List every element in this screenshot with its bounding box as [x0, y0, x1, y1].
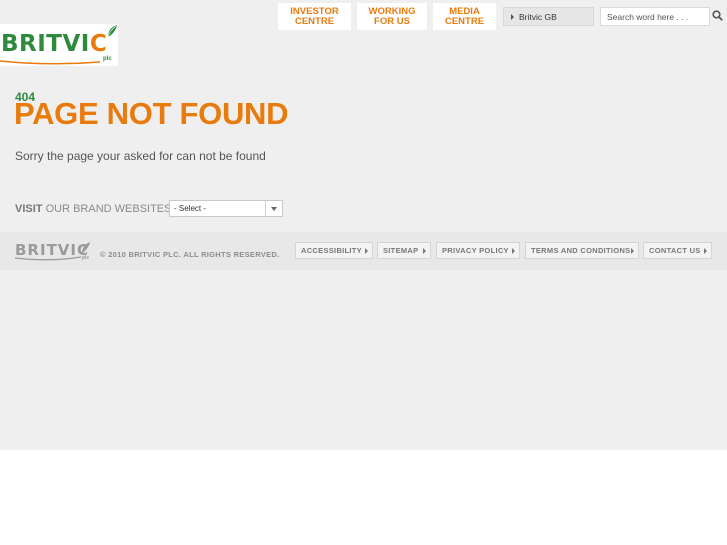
nav-working-line2: FOR US [374, 16, 410, 27]
copyright-text: © 2010 BRITVIC PLC. ALL RIGHTS RESERVED. [100, 250, 280, 259]
logo-plc: plc [103, 56, 112, 62]
nav-media-centre[interactable]: MEDIA CENTRE [433, 3, 496, 30]
search-input[interactable] [601, 8, 709, 25]
footer-link-terms[interactable]: TERMS AND CONDITIONS [525, 242, 639, 259]
footer-link-contact-us[interactable]: CONTACT US [643, 242, 712, 259]
select-divider [265, 201, 266, 216]
arrow-right-icon [512, 248, 515, 254]
arrow-right-icon [631, 248, 634, 254]
nav-investor-line2: CENTRE [294, 16, 335, 27]
region-select-value: Britvic GB [519, 12, 557, 22]
leaf-icon [107, 25, 117, 38]
footer-link-accessibility-label: ACCESSIBILITY [301, 246, 362, 255]
brand-select-value: - Select - [174, 204, 207, 213]
nav-working-for-us[interactable]: WORKING FOR US [357, 3, 427, 30]
footer-logo-plc: plc [82, 255, 90, 261]
footer-link-contact-label: CONTACT US [649, 246, 701, 255]
arrow-right-icon [423, 248, 426, 254]
search-box [600, 7, 710, 26]
footer-link-sitemap-label: SITEMAP [383, 246, 419, 255]
footer-link-accessibility[interactable]: ACCESSIBILITY [295, 242, 373, 259]
footer-logo-wordmark[interactable]: BRITVIC [15, 243, 89, 258]
page-background [0, 0, 727, 450]
arrow-right-icon [365, 248, 368, 254]
visit-label-rest: OUR BRAND WEBSITES: [42, 203, 175, 215]
nav-investor-centre[interactable]: INVESTOR CENTRE [278, 3, 351, 30]
britvic-logo[interactable]: BRITVIC plc [0, 24, 118, 66]
page-title: PAGE NOT FOUND [14, 96, 289, 131]
logo-swoosh-icon [0, 60, 100, 65]
search-icon[interactable] [712, 10, 723, 21]
nav-media-line2: CENTRE [444, 16, 485, 27]
visit-label-strong: VISIT [15, 203, 43, 215]
visit-brand-label: VISIT OUR BRAND WEBSITES: [15, 204, 175, 215]
footer-link-privacy-label: PRIVACY POLICY [442, 246, 509, 255]
footer-link-sitemap[interactable]: SITEMAP [377, 242, 431, 259]
footer-link-privacy-policy[interactable]: PRIVACY POLICY [436, 242, 520, 259]
error-message: Sorry the page your asked for can not be… [15, 149, 266, 163]
arrow-right-icon [704, 248, 707, 254]
footer-link-terms-label: TERMS AND CONDITIONS [531, 246, 631, 255]
logo-letter-c: C [89, 31, 108, 57]
arrow-right-icon [511, 14, 514, 20]
logo-text: BRITVIC [1, 31, 108, 57]
region-select[interactable]: Britvic GB [503, 7, 594, 26]
chevron-down-icon [271, 207, 277, 211]
logo-wordmark: BRITVIC [1, 33, 107, 56]
brand-websites-select[interactable]: - Select - [169, 200, 283, 217]
